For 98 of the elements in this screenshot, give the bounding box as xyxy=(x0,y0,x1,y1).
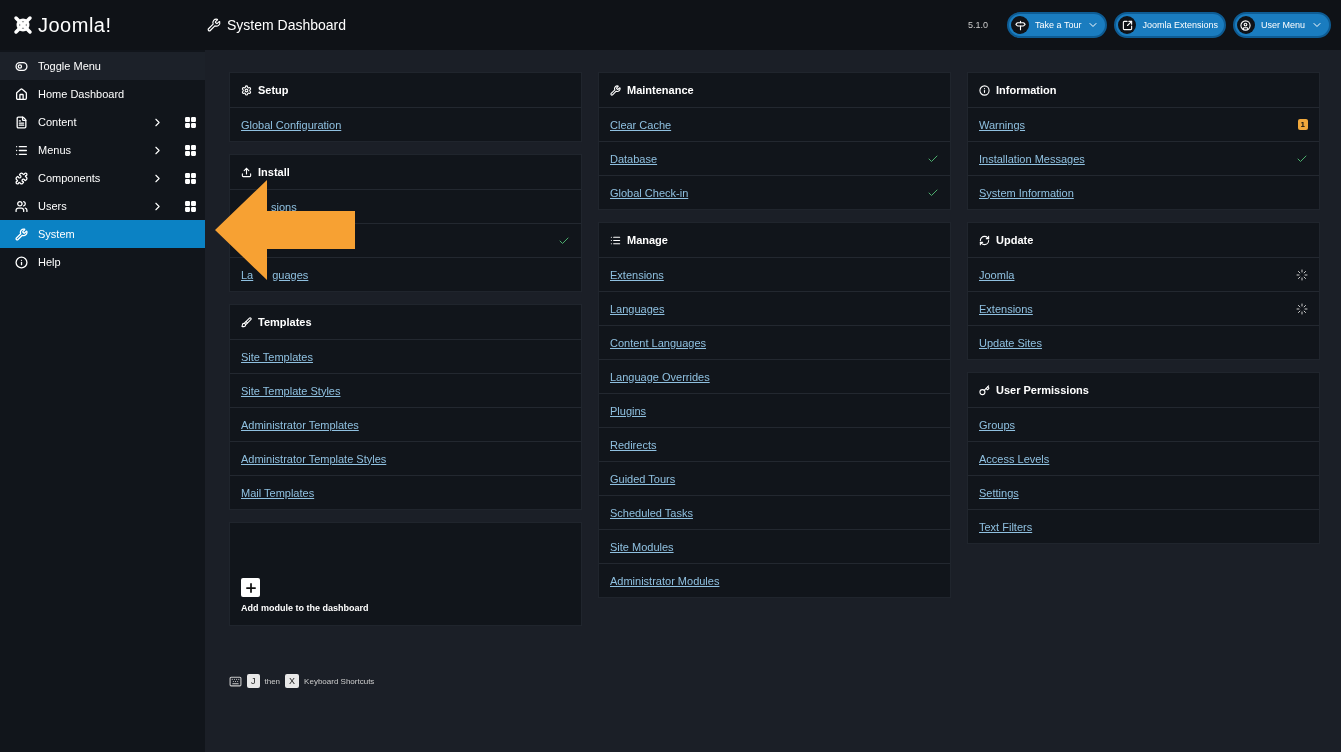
grid-icon[interactable] xyxy=(184,199,197,213)
signpost-icon xyxy=(1014,19,1026,31)
dashboard-link[interactable]: La xyxy=(241,268,254,281)
warning-count: 1 xyxy=(1297,119,1308,130)
sidebar-item[interactable]: Home Dashboard xyxy=(0,80,205,108)
wrench-icon xyxy=(610,84,621,96)
dashboard-link[interactable]: Redirects xyxy=(610,438,657,451)
dashboard-link[interactable]: Extensions xyxy=(610,268,664,281)
sidebar-item[interactable]: Components xyxy=(0,164,205,192)
card-title: Update xyxy=(996,234,1034,246)
sidebar-item[interactable]: Toggle Menu xyxy=(0,52,205,80)
keyboard-icon xyxy=(229,674,242,688)
sidebar-item-label: Users xyxy=(38,200,68,212)
card-title: Maintenance xyxy=(627,84,694,96)
dashboard-link[interactable]: Site Templates xyxy=(241,350,313,363)
list-icon xyxy=(610,234,621,246)
sidebar-item-label: Components xyxy=(38,172,102,184)
dashboard-link[interactable]: Settings xyxy=(979,486,1019,499)
sidebar-item-label: Help xyxy=(38,256,62,268)
dashboard-link[interactable]: Installation Messages xyxy=(979,152,1085,165)
sidebar-item[interactable]: Content xyxy=(0,108,205,136)
add-module-card[interactable]: Add module to the dashboard xyxy=(229,522,582,626)
grid-icon[interactable] xyxy=(184,143,197,157)
sidebar-item-label: Toggle Menu xyxy=(38,60,102,72)
dashboard-link[interactable]: Scheduled Tasks xyxy=(610,506,693,519)
dashboard-link[interactable]: Site Modules xyxy=(610,540,674,553)
sidebar-item-label: Menus xyxy=(38,144,73,156)
document-icon xyxy=(15,115,28,129)
spinner-icon xyxy=(1296,302,1308,315)
header-button[interactable]: Take a Tour xyxy=(1007,12,1108,38)
sync-icon xyxy=(979,234,990,246)
users-icon xyxy=(15,199,28,213)
shortcut-joiner: then xyxy=(264,676,281,686)
card-title: Templates xyxy=(258,316,312,328)
key-cap: X xyxy=(285,674,300,688)
brand-name: Joomla! xyxy=(38,13,112,37)
sidebar-item[interactable]: Users xyxy=(0,192,205,220)
grid-icon[interactable] xyxy=(184,115,197,129)
sidebar-item-label: Content xyxy=(38,116,78,128)
wrench-icon xyxy=(15,227,28,241)
dashboard-link[interactable]: sions xyxy=(271,200,297,213)
settings-icon xyxy=(241,84,252,96)
grid-icon[interactable] xyxy=(184,171,197,185)
dashboard-link[interactable]: Administrator Template Styles xyxy=(241,452,387,465)
dashboard-link[interactable]: Administrator Modules xyxy=(610,574,720,587)
dashboard-link[interactable]: Warnings xyxy=(979,118,1026,131)
card-title: Install xyxy=(258,166,290,178)
dashboard-link[interactable]: Database xyxy=(610,152,658,165)
dashboard-link[interactable]: Global Configuration xyxy=(241,118,342,131)
list-icon xyxy=(15,143,28,157)
dashboard-link[interactable]: Plugins xyxy=(610,404,647,417)
version-label: 5.1.0 xyxy=(968,20,989,30)
puzzle-icon xyxy=(15,171,28,185)
dashboard-link[interactable]: Language Overrides xyxy=(610,370,710,383)
info-icon xyxy=(15,255,28,269)
dashboard-link[interactable]: System Information xyxy=(979,186,1074,199)
header-button[interactable]: User Menu xyxy=(1233,12,1331,38)
dashboard-link[interactable]: guages xyxy=(272,268,309,281)
dashboard-link[interactable]: Update Sites xyxy=(979,336,1042,349)
dashboard-link[interactable]: Text Filters xyxy=(979,520,1033,533)
external-link-icon xyxy=(1121,19,1133,31)
sidebar-item[interactable]: System xyxy=(0,220,205,248)
home-icon xyxy=(15,87,28,101)
add-module-label: Add module to the dashboard xyxy=(241,603,370,613)
sidebar-item[interactable]: Menus xyxy=(0,136,205,164)
key-icon xyxy=(979,384,990,396)
shortcuts-label: Keyboard Shortcuts xyxy=(304,676,375,686)
dashboard-link[interactable]: Languages xyxy=(610,302,665,315)
wrench-icon xyxy=(207,18,221,32)
dashboard-link[interactable]: Extensions xyxy=(979,302,1033,315)
sidebar-item[interactable]: Help xyxy=(0,248,205,276)
dashboard-link[interactable]: Guided Tours xyxy=(610,472,676,485)
dashboard-link[interactable]: Administrator Templates xyxy=(241,418,359,431)
header-button[interactable]: Joomla Extensions xyxy=(1114,12,1226,38)
key-cap: J xyxy=(247,674,260,688)
dashboard-link[interactable]: Access Levels xyxy=(979,452,1050,465)
sidebar-item-label: Home Dashboard xyxy=(38,88,126,100)
toggle-icon xyxy=(15,59,28,73)
plus-icon xyxy=(243,580,258,595)
card-title: Setup xyxy=(258,84,289,96)
card-title: Manage xyxy=(627,234,668,246)
logo-icon xyxy=(12,14,34,36)
sidebar-item-label: System xyxy=(38,228,76,240)
dashboard-link[interactable]: Mail Templates xyxy=(241,486,315,499)
page-title: System Dashboard xyxy=(227,17,347,33)
info-icon xyxy=(979,84,990,96)
add-button[interactable] xyxy=(241,578,260,597)
dashboard-link[interactable]: Site Template Styles xyxy=(241,384,341,397)
brush-icon xyxy=(241,316,252,328)
dashboard-link[interactable]: Clear Cache xyxy=(610,118,672,131)
dashboard-link[interactable]: Global Check-in xyxy=(610,186,689,199)
dashboard-link[interactable]: Groups xyxy=(979,418,1016,431)
dashboard-link[interactable]: Content Languages xyxy=(610,336,707,349)
spinner-icon xyxy=(1296,268,1308,281)
card-title: User Permissions xyxy=(996,384,1089,396)
card-title: Information xyxy=(996,84,1057,96)
upload-icon xyxy=(241,166,252,178)
dashboard-link[interactable]: Joomla xyxy=(979,268,1015,281)
